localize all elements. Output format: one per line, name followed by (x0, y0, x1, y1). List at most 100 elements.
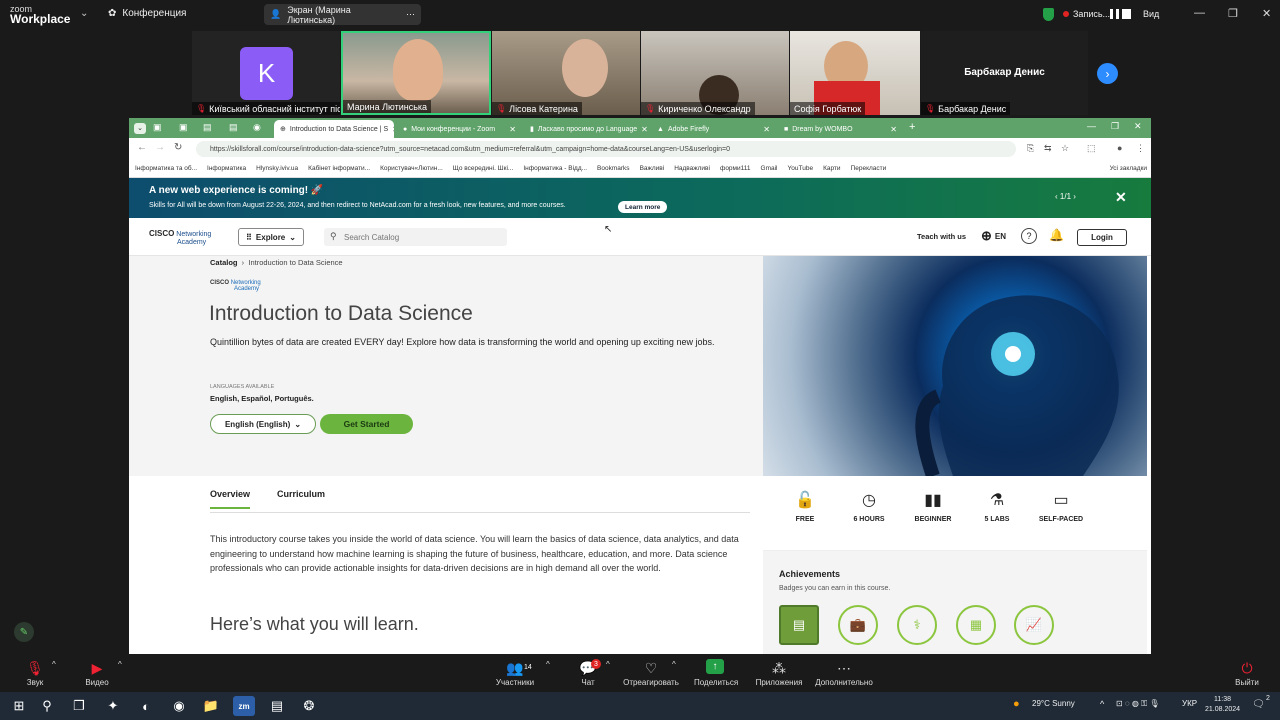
tab-list-icon[interactable]: ⌄ (134, 123, 146, 134)
video-options-chevron[interactable]: ^ (118, 660, 122, 669)
bookmark-item[interactable]: YouTube (788, 165, 814, 172)
participant-tile[interactable]: Софія Горбатюк (790, 31, 920, 115)
conference-menu[interactable]: ✿ Конференция (108, 8, 186, 19)
bookmark-item[interactable]: Користувач«Лютин... (380, 165, 443, 172)
language-selector[interactable]: ⊕ EN (981, 228, 1006, 244)
view-menu[interactable]: Вид (1143, 9, 1159, 19)
bookmark-item[interactable]: Кабінет інформати... (308, 165, 370, 172)
pinned-tab-icon[interactable]: ▣ (179, 122, 188, 133)
reload-icon[interactable]: ↻ (174, 142, 182, 153)
get-started-button[interactable]: Get Started (320, 414, 413, 434)
clock[interactable]: 11:38 21.08.2024 (1205, 695, 1240, 715)
new-tab-icon[interactable]: + (909, 121, 915, 133)
breadcrumb-catalog[interactable]: Catalog (210, 258, 238, 267)
language-select[interactable]: English (English) ⌄ (210, 414, 316, 434)
bookmark-item[interactable]: Bookmarks (597, 165, 630, 172)
close-icon[interactable]: ✕ (1134, 121, 1142, 132)
all-bookmarks-folder[interactable]: Усі закладки (1110, 165, 1147, 172)
star-icon[interactable]: ☆ (1061, 143, 1069, 154)
pinned-tab-icon[interactable]: ▤ (229, 122, 238, 133)
zoom-taskbar-icon[interactable]: zm (233, 696, 255, 716)
video-button[interactable]: ▶ Видео (84, 660, 110, 687)
badge-analytics-icon[interactable]: 📈 (1014, 605, 1054, 645)
minimize-icon[interactable]: — (1194, 7, 1205, 19)
prev-icon[interactable]: ‹ (1055, 192, 1058, 201)
participant-tile-active[interactable]: Марина Лютинська (341, 31, 491, 115)
close-icon[interactable]: ✕ (763, 125, 770, 134)
restore-icon[interactable]: ❐ (1228, 7, 1238, 20)
more-icon[interactable]: ⋯ (406, 9, 415, 20)
app-icon[interactable]: ❂ (298, 696, 320, 716)
screenshot-icon[interactable]: ⎘ (1027, 143, 1034, 154)
react-options-chevron[interactable]: ^ (672, 660, 676, 669)
tab-firefly[interactable]: ▲ Adobe Firefly ✕ (651, 120, 776, 138)
screen-share-indicator[interactable]: 👤 Экран (Марина Лютинська) ⋯ (264, 4, 421, 25)
url-field[interactable]: https://skillsforall.com/course/introduc… (196, 141, 1016, 157)
annotate-pencil-icon[interactable]: ✎ (14, 622, 34, 642)
search-input[interactable] (324, 228, 507, 246)
file-explorer-icon[interactable]: 📁 (200, 696, 222, 716)
explore-button[interactable]: ⠿ Explore ⌄ (238, 228, 304, 246)
close-icon[interactable]: ✕ (1262, 7, 1271, 20)
tab-overview[interactable]: Overview (210, 489, 251, 509)
tab-data-science[interactable]: ⊕Introduction to Data Science | S✕ (274, 120, 394, 138)
input-language[interactable]: УКР (1182, 699, 1197, 708)
pinned-tab-icon[interactable]: ▤ (203, 122, 212, 133)
pinned-tab-icon[interactable]: ▣ (153, 122, 162, 133)
bookmark-item[interactable]: Hlynsky.iviv.ua (256, 165, 298, 172)
profile-icon[interactable]: ● (1117, 143, 1122, 153)
bookmark-item[interactable]: Перекласти (851, 165, 887, 172)
bell-icon[interactable]: 🔔 (1049, 228, 1064, 242)
chrome-tab-icon[interactable]: ◉ (253, 122, 261, 133)
badge-education-icon[interactable]: ▦ (956, 605, 996, 645)
audio-options-chevron[interactable]: ^ (52, 660, 56, 669)
word-icon[interactable]: ▤ (266, 696, 288, 716)
chat-options-chevron[interactable]: ^ (606, 660, 610, 669)
badge-health-icon[interactable]: ⚕ (897, 605, 937, 645)
badge-business-icon[interactable]: 💼 (838, 605, 878, 645)
bookmark-item[interactable]: Що всередині. Шкі... (453, 165, 514, 172)
bookmark-item[interactable]: Карти (823, 165, 840, 172)
stop-recording-button[interactable] (1122, 9, 1131, 19)
apps-button[interactable]: ⁂ Приложения (754, 660, 804, 687)
bookmark-folder[interactable]: форми111 (720, 165, 751, 172)
copilot-icon[interactable]: ✦ (102, 696, 124, 716)
cisco-logo[interactable]: CISCO Networking Academy (149, 230, 211, 247)
chevron-down-icon[interactable]: ⌄ (80, 8, 88, 19)
chrome-icon[interactable]: ◉ (168, 696, 190, 716)
notification-icon[interactable]: 🗨 (1252, 699, 1265, 710)
login-button[interactable]: Login (1077, 229, 1127, 246)
close-icon[interactable]: ✕ (392, 125, 394, 134)
bookmark-item[interactable]: Інформатика та об... (135, 165, 197, 172)
more-button[interactable]: ⋯ Дополнительно (814, 660, 874, 687)
gallery-next-button[interactable]: › (1097, 63, 1118, 84)
close-icon[interactable]: ✕ (641, 125, 648, 134)
bookmark-folder[interactable]: Важливі (640, 165, 665, 172)
participant-tile[interactable]: K 🎙 Київський обласний інститут піс... (192, 31, 340, 115)
close-icon[interactable]: ✕ (890, 125, 897, 134)
forward-icon[interactable]: → (155, 142, 165, 153)
tray-icons[interactable]: ⊡ ◌ ◍ ⚿ 🎙 (1116, 699, 1160, 709)
menu-icon[interactable]: ⋮ (1136, 143, 1145, 154)
bookmark-item[interactable]: Gmail (761, 165, 778, 172)
participant-tile[interactable]: 🎙 Кириченко Олександр (641, 31, 789, 115)
audio-button[interactable]: 🎙 Звук (24, 660, 46, 687)
restore-icon[interactable]: ❐ (1111, 121, 1119, 132)
help-icon[interactable]: ? (1021, 228, 1037, 244)
translate-icon[interactable]: ⇆ (1044, 143, 1052, 154)
edge-icon[interactable]: ◐ (135, 696, 157, 716)
back-icon[interactable]: ← (137, 142, 147, 153)
tab-curriculum[interactable]: Curriculum (277, 489, 325, 507)
banner-close-icon[interactable]: ✕ (1115, 189, 1127, 206)
leave-button[interactable]: ⏻ Выйти (1234, 660, 1260, 687)
task-view-icon[interactable]: ❐ (68, 696, 90, 716)
bookmark-folder[interactable]: Надважливі (674, 165, 710, 172)
pause-recording-button[interactable] (1110, 9, 1119, 19)
tab-zoom[interactable]: ● Мои конференции - Zoom ✕ (397, 120, 522, 138)
close-icon[interactable]: ✕ (509, 125, 516, 134)
search-icon[interactable]: ⚲ (36, 696, 58, 716)
tab-wombo[interactable]: ■ Dream by WOMBO ✕ (778, 120, 903, 138)
teach-link[interactable]: Teach with us (917, 232, 966, 241)
tray-chevron-icon[interactable]: ^ (1100, 699, 1104, 709)
weather-status[interactable]: 29°C Sunny (1032, 699, 1075, 708)
